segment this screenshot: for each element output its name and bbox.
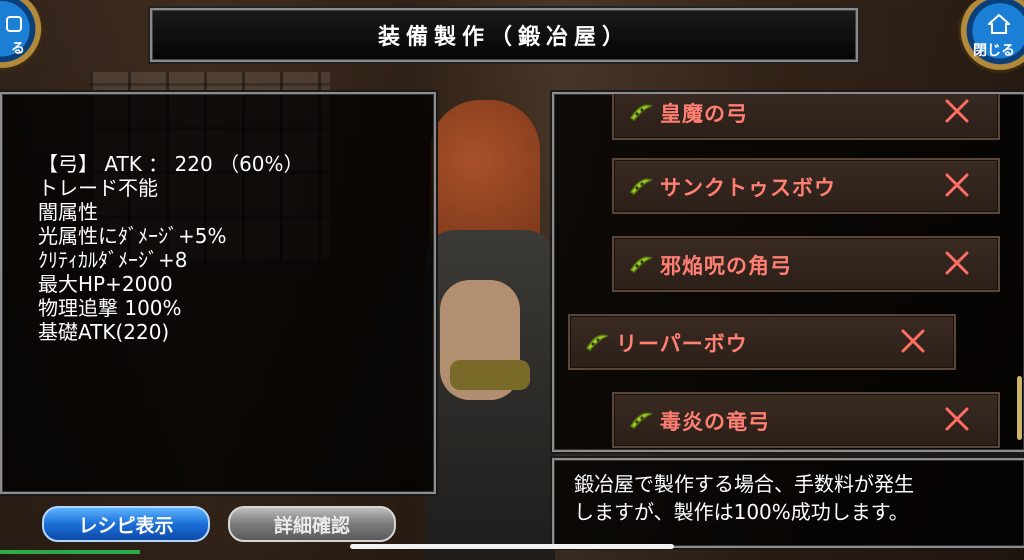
bow-icon xyxy=(585,334,609,352)
title-bar: 装備製作（鍛冶屋） xyxy=(150,8,858,62)
back-button[interactable]: る xyxy=(0,0,48,84)
stat-line-critical: ｸﾘﾃｨｶﾙﾀﾞﾒｰｼﾞ+8 xyxy=(38,248,188,272)
bow-icon xyxy=(629,412,653,430)
recipe-item[interactable]: 邪焔呪の角弓 xyxy=(612,236,1000,292)
recipe-name: リーパーボウ xyxy=(616,332,748,356)
stat-line-trade: トレード不能 xyxy=(38,176,158,200)
recipe-item-selected[interactable]: リーパーボウ xyxy=(568,314,956,370)
x-icon xyxy=(945,173,969,197)
x-icon xyxy=(945,251,969,275)
x-icon xyxy=(945,99,969,123)
bow-icon xyxy=(629,104,653,122)
recipe-name: 皇魔の弓 xyxy=(660,102,748,126)
recipe-item[interactable]: サンクトゥスボウ xyxy=(612,158,1000,214)
home-indicator[interactable] xyxy=(350,544,674,549)
description-line-1: 鍛冶屋で製作する場合、手数料が発生 xyxy=(574,472,914,496)
recipe-item[interactable]: 皇魔の弓 xyxy=(612,94,1000,140)
description-line-2: しますが、製作は100%成功します。 xyxy=(574,500,909,524)
description-panel: 鍛冶屋で製作する場合、手数料が発生 しますが、製作は100%成功します。 xyxy=(552,458,1024,548)
stat-line-weapon: 【弓】 ATK ： 220 （60%） xyxy=(38,152,304,176)
bow-icon xyxy=(629,178,653,196)
stat-line-physical-followup: 物理追撃 100% xyxy=(38,296,182,320)
home-icon xyxy=(988,14,1010,34)
back-icon xyxy=(6,16,22,32)
character-sash xyxy=(450,360,530,390)
close-button[interactable]: 閉じる xyxy=(954,0,1024,86)
status-bar xyxy=(0,550,140,554)
back-button-label: る xyxy=(11,41,25,57)
item-stats: 【弓】 ATK ： 220 （60%） トレード不能 闇属性 光属性にﾀﾞﾒｰｼ… xyxy=(38,152,304,344)
x-icon xyxy=(901,329,925,353)
recipe-name: 邪焔呪の角弓 xyxy=(660,254,792,278)
scrollbar-thumb[interactable] xyxy=(1017,376,1022,440)
stat-line-element: 闇属性 xyxy=(38,200,98,224)
stat-line-base-atk: 基礎ATK(220) xyxy=(38,320,170,344)
recipe-list-panel[interactable]: 皇魔の弓 サンクトゥスボウ 邪焔呪の角弓 リーパーボウ 毒炎の竜弓 xyxy=(552,92,1024,452)
close-button-label: 閉じる xyxy=(973,43,1015,59)
recipe-display-button[interactable]: レシピ表示 xyxy=(42,506,210,542)
x-icon xyxy=(945,407,969,431)
stat-line-max-hp: 最大HP+2000 xyxy=(38,272,173,296)
description-text: 鍛冶屋で製作する場合、手数料が発生 しますが、製作は100%成功します。 xyxy=(574,470,1008,526)
bow-icon xyxy=(629,256,653,274)
recipe-name: サンクトゥスボウ xyxy=(660,176,836,200)
recipe-name: 毒炎の竜弓 xyxy=(660,410,770,434)
detail-confirm-button[interactable]: 詳細確認 xyxy=(228,506,396,542)
recipe-item[interactable]: 毒炎の竜弓 xyxy=(612,392,1000,448)
item-stats-panel: 【弓】 ATK ： 220 （60%） トレード不能 闇属性 光属性にﾀﾞﾒｰｼ… xyxy=(0,92,436,494)
stat-line-light-damage: 光属性にﾀﾞﾒｰｼﾞ+5% xyxy=(38,224,227,248)
page-title: 装備製作（鍛冶屋） xyxy=(377,25,630,50)
